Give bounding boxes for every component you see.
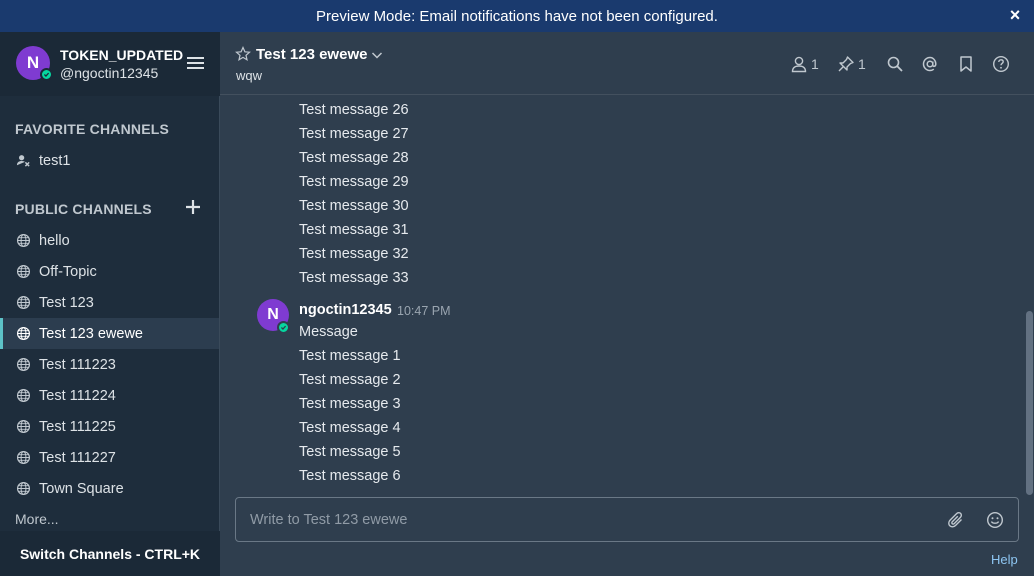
message-text: Test message 29 [299, 174, 409, 190]
globe-icon [16, 357, 31, 372]
sidebar-item-label: Off-Topic [39, 263, 97, 280]
sidebar-item-label: Test 123 [39, 294, 94, 311]
message-text: Test message 33 [299, 270, 409, 286]
add-channel-icon[interactable] [185, 199, 201, 215]
chevron-down-icon[interactable] [371, 48, 383, 60]
online-status-icon [40, 68, 53, 81]
star-icon[interactable] [235, 46, 251, 62]
public-channels-heading: PUBLIC CHANNELS [15, 201, 152, 217]
close-icon[interactable]: × [1006, 6, 1024, 24]
globe-icon [16, 388, 31, 403]
sidebar-item-label: Test 111227 [39, 449, 116, 466]
globe-icon [16, 264, 31, 279]
sidebar-item-test-111227[interactable]: Test 111227 [0, 442, 219, 473]
globe-icon [16, 233, 31, 248]
sidebar-header: N TOKEN_UPDATED @ngoctin12345 [0, 32, 220, 96]
help-icon[interactable] [992, 54, 1010, 74]
message-text: Test message 3 [299, 396, 401, 412]
pinned-count: 1 [858, 56, 866, 72]
pin-icon [838, 56, 854, 72]
sidebar-item-label: Test 111225 [39, 418, 116, 435]
bookmark-icon[interactable] [957, 54, 975, 74]
help-link[interactable]: Help [991, 552, 1018, 567]
paperclip-icon[interactable] [947, 511, 965, 529]
switch-channels-button[interactable]: Switch Channels - CTRL+K [0, 531, 220, 576]
sidebar-item-test-111223[interactable]: Test 111223 [0, 349, 219, 380]
sidebar-item-hello[interactable]: hello [0, 225, 219, 256]
more-channels-link[interactable]: More... [15, 511, 59, 527]
message-text: Test message 4 [299, 420, 401, 436]
emoji-icon[interactable] [986, 511, 1004, 529]
message-text: Test message 2 [299, 372, 401, 388]
sidebar-item-test-123-ewewe[interactable]: Test 123 ewewe [0, 318, 219, 349]
member-count-button[interactable]: 1 [790, 54, 819, 74]
message-text: Test message 30 [299, 198, 409, 214]
sidebar-item-label: hello [39, 232, 70, 249]
message-text: Test message 26 [299, 102, 409, 118]
message-text: Test message 32 [299, 246, 409, 262]
search-icon[interactable] [886, 54, 904, 74]
sidebar-item-test-111224[interactable]: Test 111224 [0, 380, 219, 411]
member-icon [791, 56, 807, 73]
member-count: 1 [811, 56, 819, 72]
globe-icon [16, 295, 31, 310]
message-text: Test message 5 [299, 444, 401, 460]
channel-purpose: wqw [236, 68, 263, 83]
post-timestamp[interactable]: 10:47 PM [397, 304, 451, 318]
channel-title[interactable]: Test 123 ewewe [256, 46, 367, 63]
sidebar-item-label: Test 111224 [39, 387, 116, 404]
online-status-icon [277, 321, 290, 334]
pinned-posts-button[interactable]: 1 [837, 54, 866, 74]
message-text: Test message 31 [299, 222, 409, 238]
favorite-channels-heading: FAVORITE CHANNELS [15, 121, 170, 137]
globe-icon [16, 326, 31, 341]
sidebar: N TOKEN_UPDATED @ngoctin12345 FAVORITE C… [0, 32, 220, 576]
sidebar-item-test-123[interactable]: Test 123 [0, 287, 219, 318]
sidebar-item-test-111225[interactable]: Test 111225 [0, 411, 219, 442]
current-username: @ngoctin12345 [60, 65, 159, 81]
banner-text: Preview Mode: Email notifications have n… [316, 7, 718, 25]
post-username[interactable]: ngoctin12345 [299, 302, 392, 318]
user-icon [16, 153, 31, 168]
message-input[interactable] [236, 498, 936, 541]
message-text: Test message 1 [299, 348, 401, 364]
menu-icon[interactable] [187, 57, 204, 70]
globe-icon [16, 481, 31, 496]
message-composer [235, 497, 1019, 542]
sidebar-item-label: Test 111223 [39, 356, 116, 373]
sidebar-item-label: Test 123 ewewe [39, 325, 143, 342]
message-list[interactable]: Test message 26 Test message 27 Test mes… [220, 96, 1026, 488]
sidebar-item-label: Town Square [39, 480, 124, 497]
sidebar-item-town-square[interactable]: Town Square [0, 473, 219, 504]
globe-icon [16, 450, 31, 465]
sidebar-item-label: test1 [39, 152, 71, 169]
sidebar-item-off-topic[interactable]: Off-Topic [0, 256, 219, 287]
team-name[interactable]: TOKEN_UPDATED [60, 47, 183, 63]
channel-header: Test 123 ewewe wqw 1 1 [220, 32, 1034, 95]
message-text: Test message 27 [299, 126, 409, 142]
message-text: Message [299, 324, 358, 340]
mention-icon[interactable] [921, 54, 939, 74]
sidebar-item-test1[interactable]: test1 [0, 145, 219, 176]
preview-banner: Preview Mode: Email notifications have n… [0, 0, 1034, 32]
message-text: Test message 6 [299, 468, 401, 484]
globe-icon [16, 419, 31, 434]
message-text: Test message 28 [299, 150, 409, 166]
message-scrollbar[interactable] [1026, 311, 1033, 495]
